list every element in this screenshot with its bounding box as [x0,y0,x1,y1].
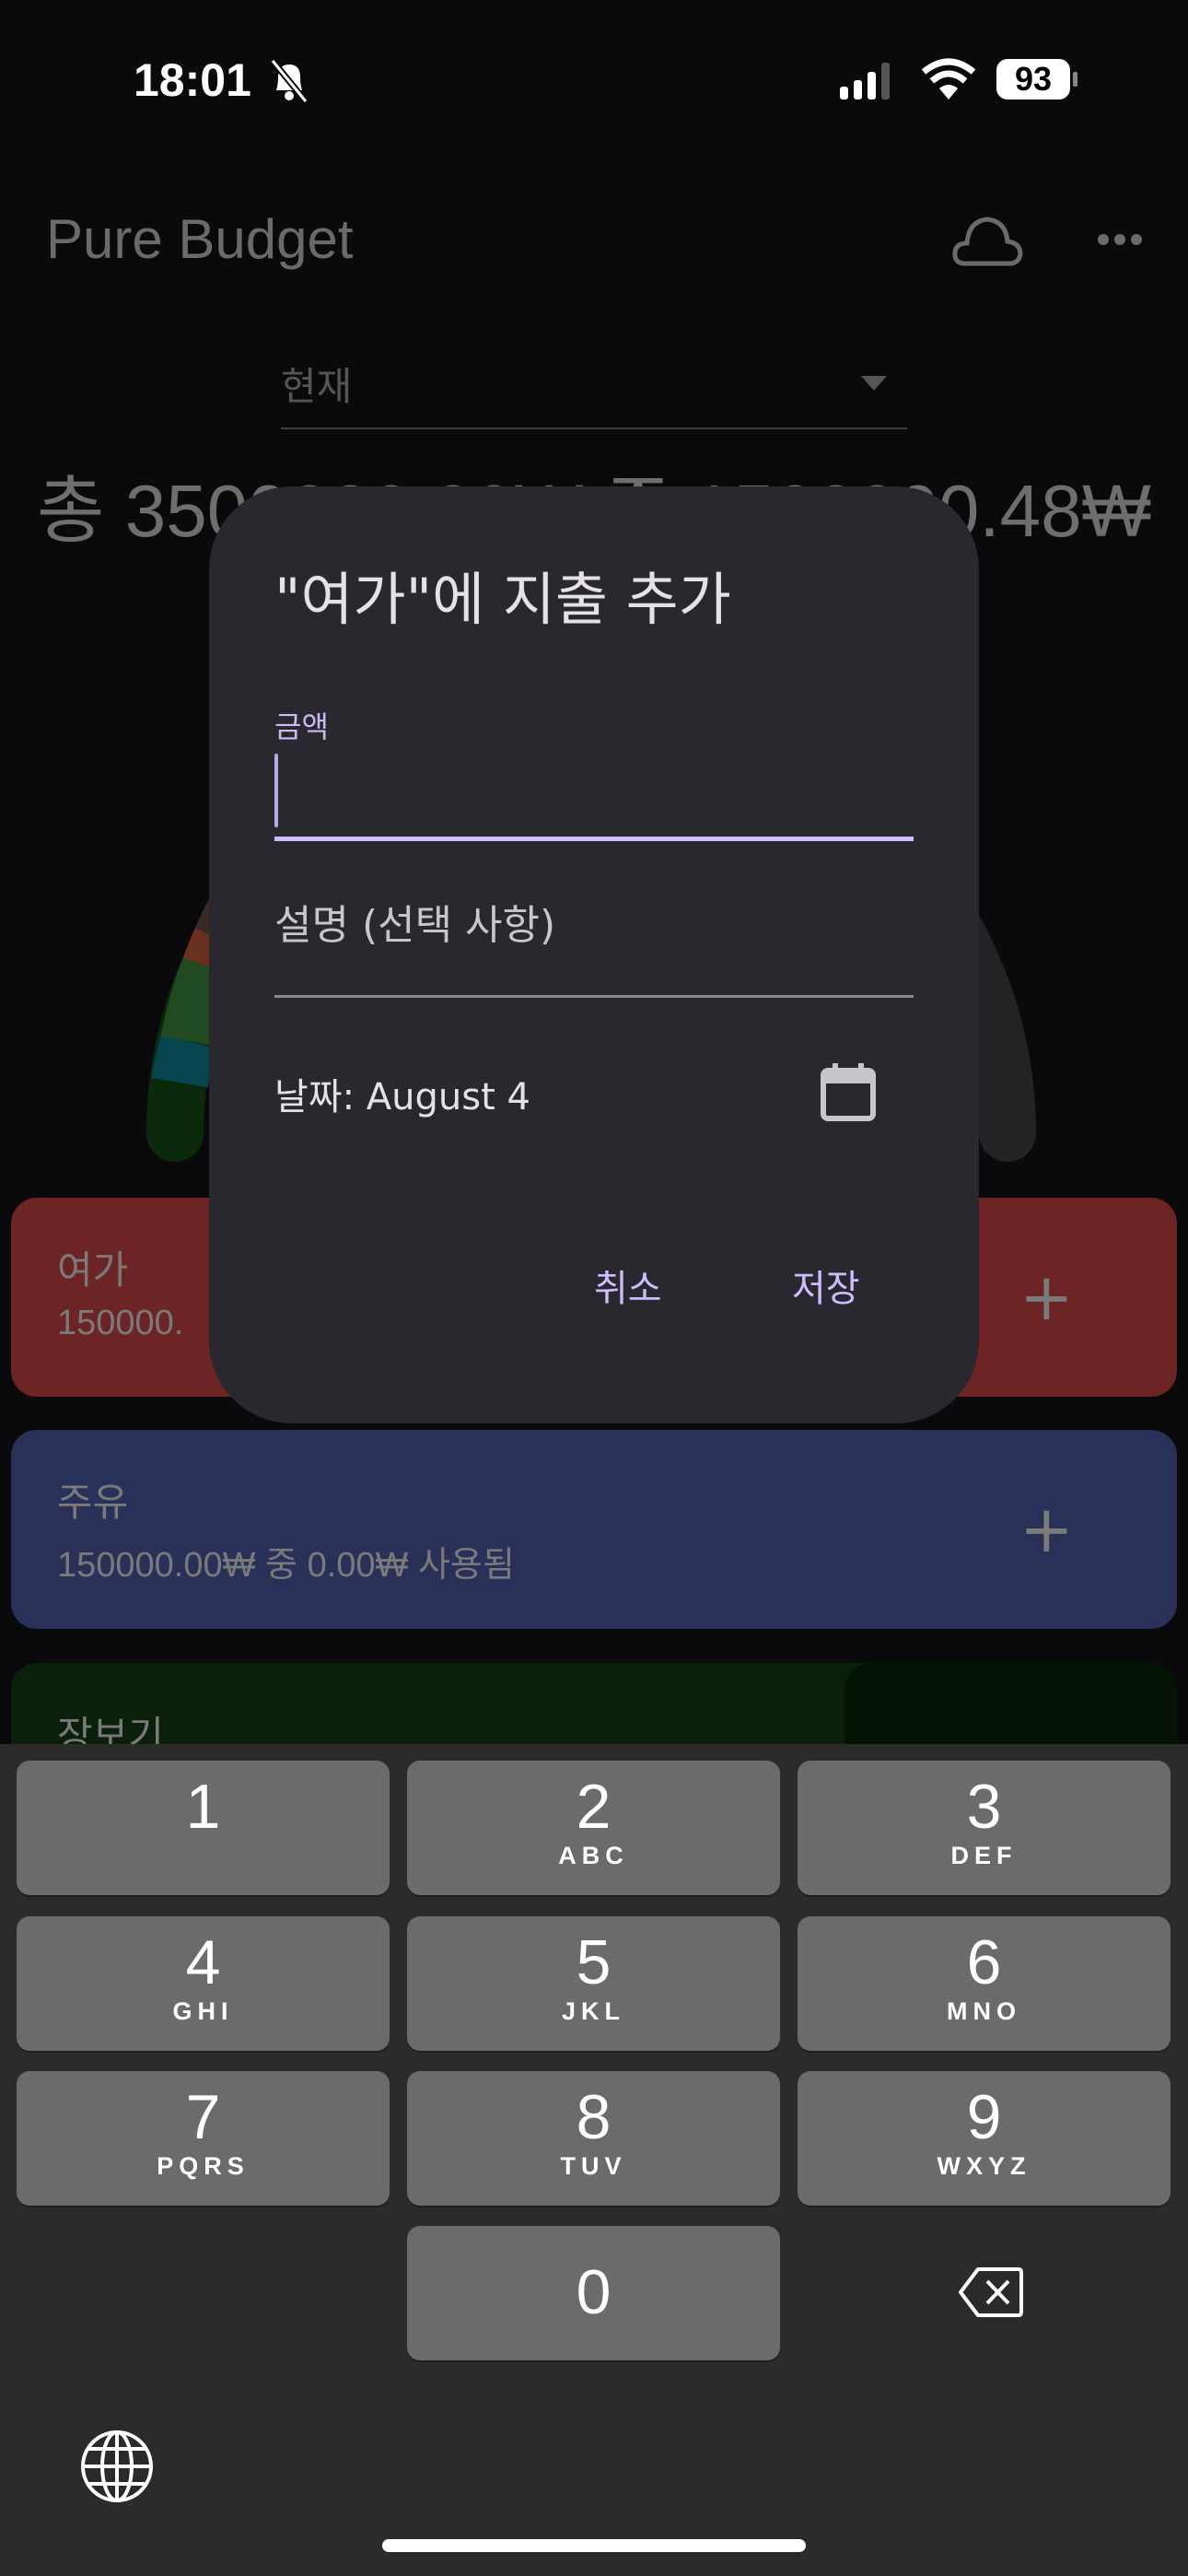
key-letters: MNO [947,1997,1021,2025]
key-letters: WXYZ [937,2152,1031,2180]
key-3[interactable]: 3 DEF [798,1761,1171,1895]
cloud-icon[interactable] [952,214,1026,269]
key-letters: TUV [560,2152,627,2180]
key-6[interactable]: 6 MNO [798,1916,1171,2051]
amount-underline [274,837,914,841]
key-digit: 5 [576,1927,611,1997]
amount-label: 금액 [274,709,329,744]
backspace-icon[interactable] [958,2266,1024,2319]
key-1[interactable]: 1 [17,1761,390,1895]
wifi-icon [921,58,976,100]
key-letters: ABC [558,1842,629,1869]
key-9[interactable]: 9 WXYZ [798,2071,1171,2206]
bell-slash-icon [270,58,309,103]
gauge-segment-green [160,956,238,1048]
globe-icon[interactable] [79,2429,155,2504]
signal-icon [840,63,890,100]
description-input[interactable]: 설명 (선택 사항) [274,892,555,951]
date-text: 날짜: August 4 [274,1076,530,1118]
key-digit: 6 [966,1927,1002,1997]
key-letters: PQRS [157,2152,250,2180]
key-4[interactable]: 4 GHI [17,1916,390,2051]
key-digit: 9 [966,2082,1002,2152]
amount-input[interactable] [274,744,914,837]
category-name: 여가 [57,1247,129,1293]
more-icon[interactable] [1096,230,1144,249]
key-2[interactable]: 2 ABC [407,1761,780,1895]
period-value: 현재 [281,364,353,409]
key-5[interactable]: 5 JKL [407,1916,780,2051]
key-7[interactable]: 7 PQRS [17,2071,390,2206]
key-letters: GHI [172,1997,234,2025]
key-letters: DEF [950,1842,1018,1869]
cancel-button[interactable]: 취소 [594,1259,662,1312]
text-cursor [274,754,278,827]
key-digit: 7 [185,2082,221,2152]
calendar-icon[interactable] [820,1061,877,1122]
key-digit: 4 [185,1927,221,1997]
add-expense-button[interactable]: + [1019,1260,1074,1334]
app-title: Pure Budget [46,208,354,270]
category-name: 주유 [57,1480,129,1525]
battery-tip [1073,72,1077,87]
key-digit: 3 [966,1772,1002,1842]
gauge-segment-teal [151,1033,216,1088]
key-letters: JKL [561,1997,625,2025]
key-digit: 1 [185,1772,221,1842]
add-expense-dialog: "여가"에 지출 추가 금액 설명 (선택 사항) 날짜: August 4 취… [209,486,979,1423]
chevron-down-icon [861,376,887,391]
description-underline [274,995,914,998]
key-digit: 8 [576,2082,611,2152]
period-dropdown[interactable]: 현재 [281,350,907,429]
category-usage: 150000.00₩ 중 0.00₩ 사용됨 [57,1546,515,1585]
add-expense-button[interactable]: + [1019,1493,1074,1566]
battery-icon: 93 [996,59,1070,100]
category-card-fuel[interactable]: 주유 150000.00₩ 중 0.00₩ 사용됨 + [11,1430,1177,1629]
key-8[interactable]: 8 TUV [407,2071,780,2206]
dialog-title: "여가"에 지출 추가 [274,566,731,633]
status-time: 18:01 [134,54,251,106]
save-button[interactable]: 저장 [792,1259,860,1312]
key-digit: 2 [576,1772,611,1842]
key-0[interactable]: 0 [407,2226,780,2360]
numeric-keyboard: 1 2 ABC 3 DEF 4 GHI 5 JKL 6 MNO 7 PQRS 8 TUV 9W… [0,1744,1188,2576]
home-indicator[interactable] [382,2539,806,2552]
category-usage: 150000. [57,1304,184,1342]
key-digit: 0 [576,2257,611,2327]
